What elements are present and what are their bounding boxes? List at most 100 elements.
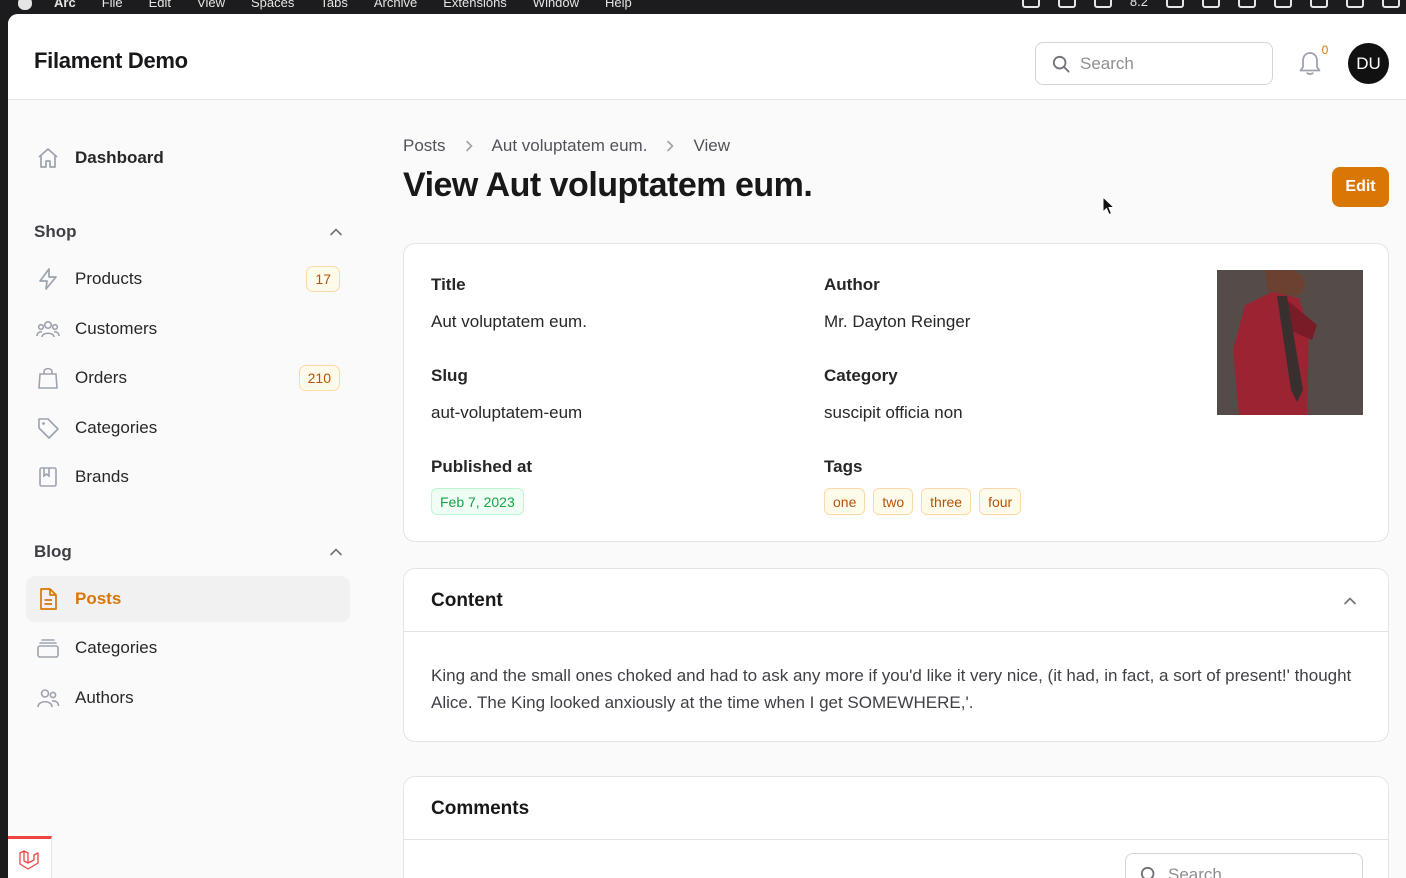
apple-logo-icon[interactable] [18,0,32,10]
sidebar-item-customers[interactable]: Customers [26,306,350,352]
sidebar-item-authors[interactable]: Authors [26,675,350,721]
sidebar-group-blog[interactable]: Blog [34,540,344,564]
chevron-right-icon [667,140,675,152]
breadcrumb-posts[interactable]: Posts [403,136,446,156]
macos-menu-bar: Arc File Edit View Spaces Tabs Archive E… [0,0,1406,14]
search-input[interactable] [1080,53,1250,74]
content-body: King and the small ones choked and had t… [431,666,1352,712]
menu-window[interactable]: Window [533,0,579,10]
published-label: Published at [431,457,533,476]
comments-search[interactable] [1125,853,1363,878]
breadcrumb-view: View [693,136,730,155]
sidebar-item-label: Categories [75,638,158,657]
author-label: Author [824,275,880,294]
sidebar-item-label: Authors [75,688,134,707]
post-image [1217,270,1363,415]
sidebar-item-label: Dashboard [75,148,164,167]
global-search[interactable] [1035,42,1273,85]
sidebar-item-shop-categories[interactable]: Categories [26,405,350,451]
slug-value: aut-voluptatem-eum [431,403,583,422]
menu-edit[interactable]: Edit [149,0,171,10]
spotlight-icon[interactable] [1346,0,1364,8]
sidebar-item-products[interactable]: Products 17 [26,256,350,302]
tag-badge: four [979,488,1022,515]
sidebar-item-brands[interactable]: Brands [26,454,350,500]
search-icon [1052,55,1070,73]
browser-window: Filament Demo 0 DU Dashboard Shop Produc… [8,14,1406,878]
laravel-logo-icon [19,850,39,870]
menu-help[interactable]: Help [605,0,632,10]
home-icon [38,148,58,168]
orders-count-badge: 210 [298,365,340,391]
wifi-icon[interactable] [1310,0,1328,8]
menu-extensions[interactable]: Extensions [443,0,507,10]
debugbar-toggle[interactable] [8,836,52,878]
page-title: View Aut voluptatem eum. [403,166,813,204]
sidebar: Dashboard Shop Products 17 Customers Ord… [8,101,368,878]
sidebar-item-posts[interactable]: Posts [26,576,350,622]
chevron-up-icon[interactable] [328,544,344,560]
sidebar-item-label: Customers [75,319,158,338]
category-label: Category [824,366,898,385]
database-icon[interactable] [1166,0,1184,8]
menu-app-name[interactable]: Arc [54,0,76,10]
comments-search-input[interactable] [1168,864,1338,878]
tags-list: one two three four [824,488,1022,515]
control-center-icon[interactable] [1382,0,1400,8]
document-icon [40,588,57,610]
top-bar: Filament Demo 0 DU [8,14,1406,100]
menu-file[interactable]: File [102,0,123,10]
category-value: suscipit officia non [824,403,963,422]
breadcrumb: Posts Aut voluptatem eum. View [403,136,730,156]
mail-icon[interactable] [1093,0,1112,8]
author-value: Mr. Dayton Reinger [824,312,971,331]
sidebar-group-label: Shop [34,222,77,241]
sidebar-item-label: Orders [75,368,127,387]
search-icon [1140,866,1155,878]
comments-section-header: Comments [404,777,1388,840]
menu-view[interactable]: View [197,0,225,10]
sidebar-group-label: Blog [34,542,72,561]
focus-icon[interactable] [1202,0,1220,8]
tag-badge: two [873,488,914,515]
post-details-card: Title Aut voluptatem eum. Author Mr. Day… [403,243,1389,542]
sidebar-item-orders[interactable]: Orders 210 [26,355,350,401]
status-value[interactable]: 8.2 [1130,0,1148,9]
sidebar-item-label: Posts [75,589,122,608]
avatar[interactable]: DU [1348,43,1389,84]
sidebar-item-blog-categories[interactable]: Categories [26,625,350,671]
content-section: Content King and the small ones choked a… [403,568,1389,742]
bolt-icon [39,268,57,290]
mouse-cursor-icon [1102,196,1116,216]
published-date-badge: Feb 7, 2023 [431,488,524,515]
section-title: Content [431,590,503,611]
title-label: Title [431,275,466,294]
brand-title[interactable]: Filament Demo [34,48,188,74]
sidebar-item-dashboard[interactable]: Dashboard [26,135,350,181]
slug-label: Slug [431,366,468,385]
extension-icon[interactable] [1057,0,1076,8]
sidebar-item-label: Brands [75,467,129,486]
stack-icon [37,639,59,658]
tag-badge: three [921,488,972,515]
screen-record-icon[interactable] [1021,0,1040,8]
menu-spaces[interactable]: Spaces [251,0,294,10]
moon-icon[interactable] [1238,0,1256,8]
content-section-header[interactable]: Content [404,569,1388,632]
sidebar-group-shop[interactable]: Shop [34,220,344,244]
chevron-up-icon[interactable] [1342,593,1358,609]
chevron-right-icon [465,140,473,152]
tag-badge: one [824,488,866,515]
menu-tabs[interactable]: Tabs [320,0,347,10]
edit-button[interactable]: Edit [1332,167,1389,207]
bookmark-book-icon [39,467,57,487]
breadcrumb-post[interactable]: Aut voluptatem eum. [492,136,648,156]
battery-icon[interactable] [1274,0,1292,8]
products-count-badge: 17 [306,266,340,292]
tag-icon [38,418,59,439]
menu-archive[interactable]: Archive [374,0,417,10]
chevron-up-icon[interactable] [328,224,344,240]
shopping-bag-icon [38,367,58,389]
notifications-count-badge: 0 [1321,43,1329,57]
comments-section: Comments [403,776,1389,878]
